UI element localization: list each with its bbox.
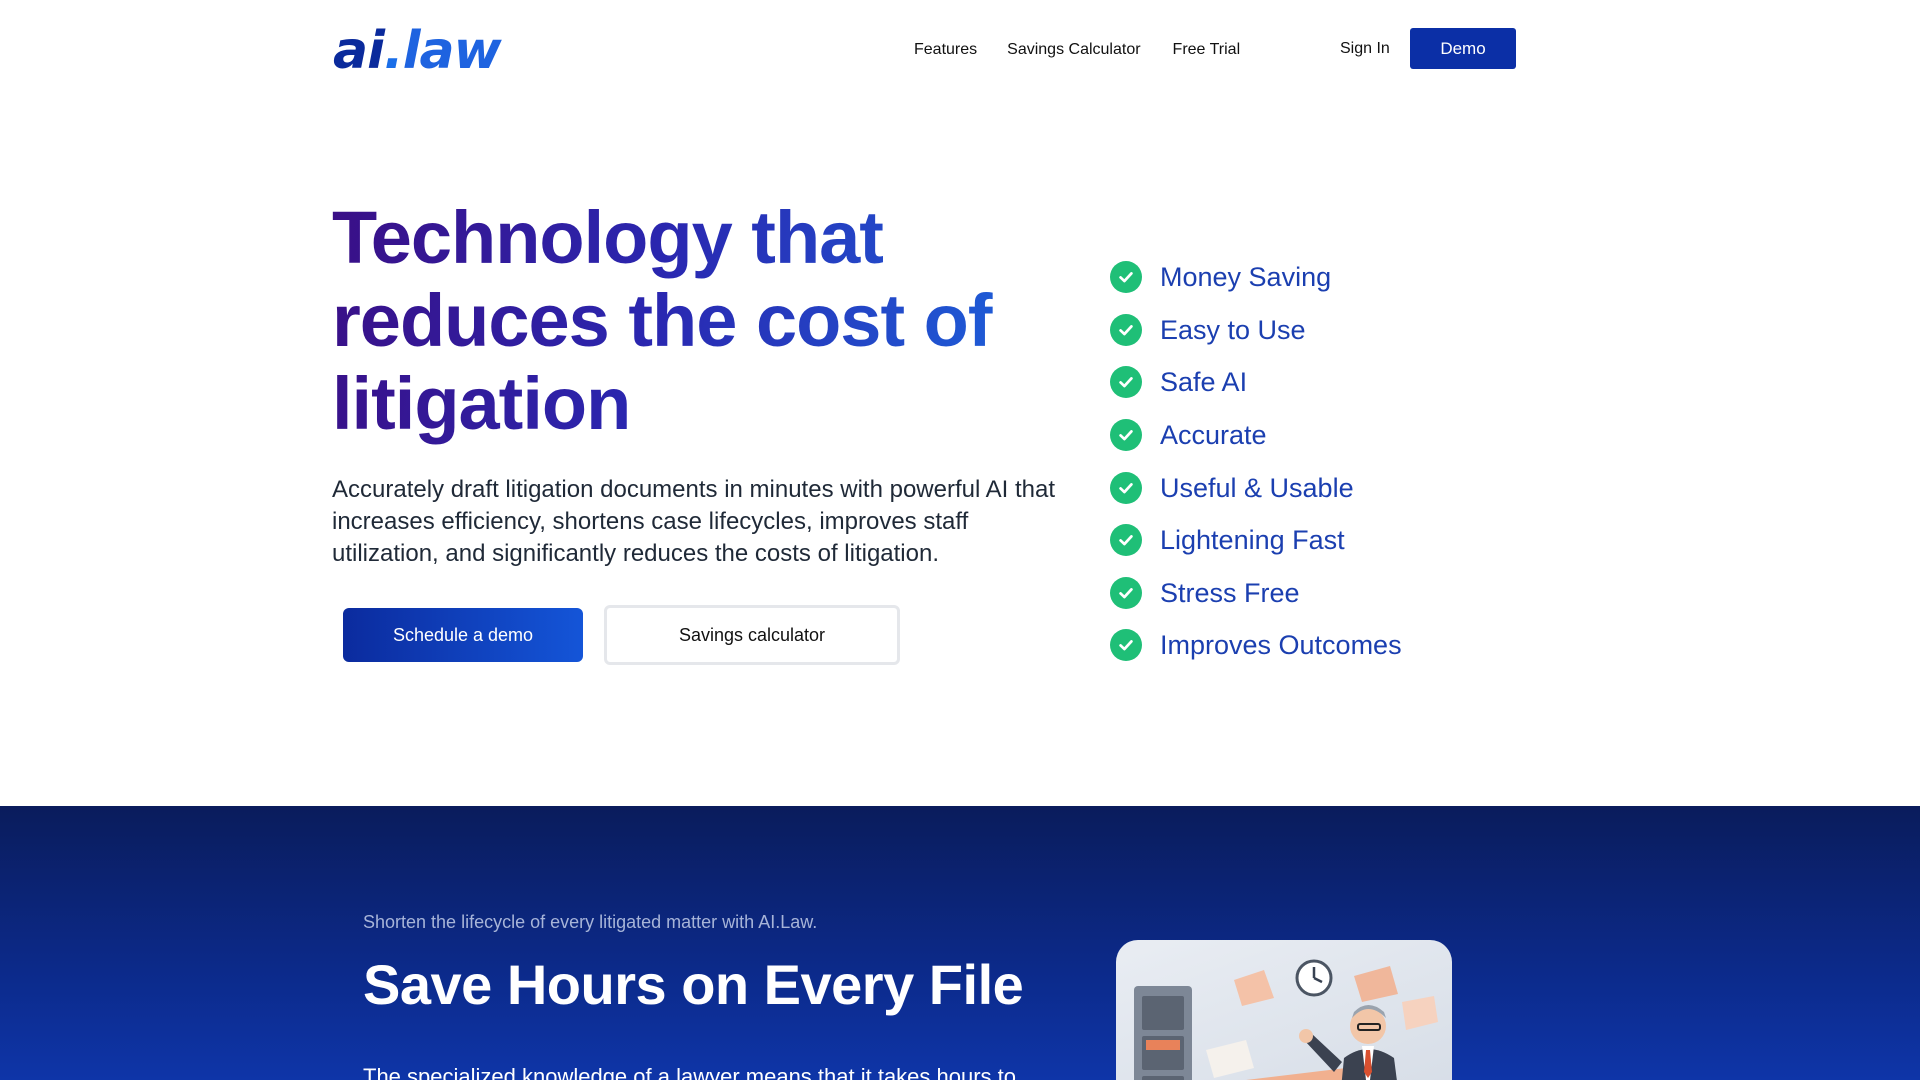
savings-calculator-button[interactable]: Savings calculator <box>604 605 900 665</box>
feature-list: Money Saving Easy to Use Safe AI Accurat… <box>1110 251 1402 672</box>
check-circle-icon <box>1110 313 1142 346</box>
hero-subtitle: Accurately draft litigation documents in… <box>332 476 1056 567</box>
main-nav: Features Savings Calculator Free Trial <box>914 38 1240 62</box>
feature-item: Accurate <box>1110 409 1402 462</box>
feature-item: Money Saving <box>1110 251 1402 304</box>
feature-label: Easy to Use <box>1160 314 1306 345</box>
ai-law-logo[interactable]: ai.law <box>333 18 502 84</box>
feature-label: Accurate <box>1160 420 1267 451</box>
feature-label: Lightening Fast <box>1160 525 1345 556</box>
feature-item: Lightening Fast <box>1110 514 1402 567</box>
feature-item: Easy to Use <box>1110 304 1402 357</box>
nav-link-savings-calculator[interactable]: Savings Calculator <box>1007 38 1140 62</box>
feature-label: Safe AI <box>1160 367 1248 398</box>
check-circle-icon <box>1110 471 1142 504</box>
feature-item: Useful & Usable <box>1110 461 1402 514</box>
feature-item: Stress Free <box>1110 567 1402 620</box>
section-body: The specialized knowledge of a lawyer me… <box>363 1064 1017 1080</box>
save-hours-section: Shorten the lifecycle of every litigated… <box>0 806 1920 1080</box>
logo-ai: ai <box>333 21 385 81</box>
feature-label: Useful & Usable <box>1160 472 1354 503</box>
nav-link-free-trial[interactable]: Free Trial <box>1173 38 1241 62</box>
hero-title: Technology that reduces the cost of liti… <box>332 196 1052 445</box>
check-circle-icon <box>1110 261 1142 294</box>
lawyer-illustration <box>1116 940 1452 1080</box>
check-circle-icon <box>1110 419 1142 452</box>
logo-law: law <box>402 21 502 81</box>
site-header: ai.law Features Savings Calculator Free … <box>0 0 1920 100</box>
feature-label: Stress Free <box>1160 577 1300 608</box>
check-circle-icon <box>1110 366 1142 399</box>
feature-label: Money Saving <box>1160 262 1332 293</box>
demo-button[interactable]: Demo <box>1410 28 1516 69</box>
section-kicker: Shorten the lifecycle of every litigated… <box>363 912 818 932</box>
feature-label: Improves Outcomes <box>1160 630 1402 661</box>
feature-item: Improves Outcomes <box>1110 619 1402 672</box>
sign-in-link[interactable]: Sign In <box>1340 37 1390 61</box>
nav-link-features[interactable]: Features <box>914 38 977 62</box>
schedule-demo-button[interactable]: Schedule a demo <box>343 608 583 662</box>
logo-dot: . <box>383 21 404 81</box>
check-circle-icon <box>1110 524 1142 557</box>
feature-item: Safe AI <box>1110 356 1402 409</box>
check-circle-icon <box>1110 576 1142 609</box>
check-circle-icon <box>1110 629 1142 662</box>
section-title: Save Hours on Every File <box>363 953 1024 1016</box>
